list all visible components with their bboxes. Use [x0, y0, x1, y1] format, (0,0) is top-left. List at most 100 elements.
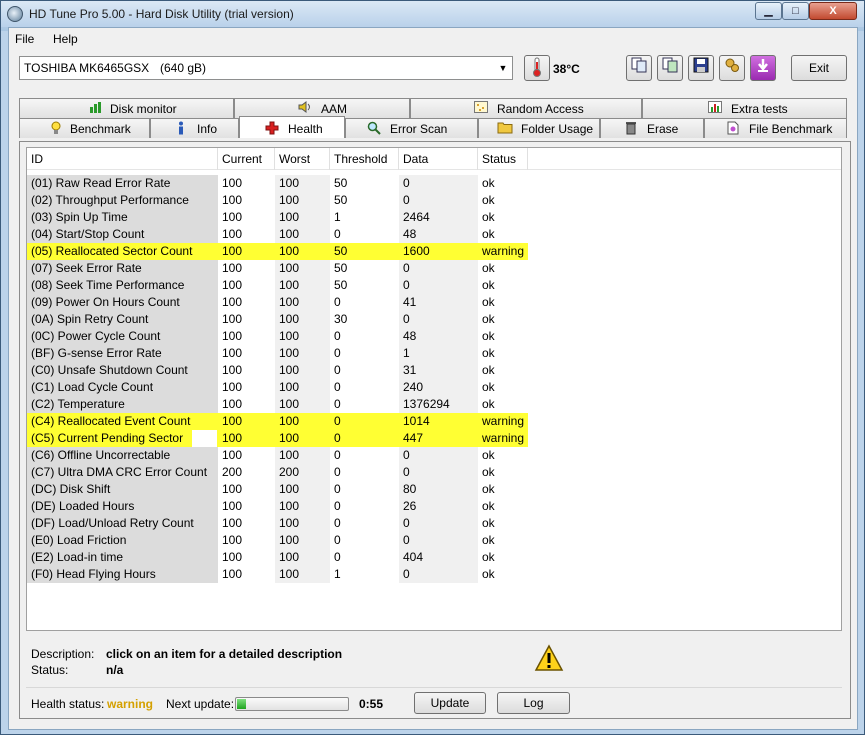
- download-arrow-icon[interactable]: [750, 55, 776, 81]
- table-row[interactable]: (04) Start/Stop Count 100 100 0 48 ok: [27, 226, 841, 243]
- table-row[interactable]: (C0) Unsafe Shutdown Count 100 100 0 31 ok: [27, 362, 841, 379]
- table-row[interactable]: (01) Raw Read Error Rate 100 100 50 0 ok: [27, 175, 841, 192]
- table-cell: 50: [330, 243, 399, 260]
- table-row[interactable]: (DC) Disk Shift 100 100 0 80 ok: [27, 481, 841, 498]
- save-icon[interactable]: [688, 55, 714, 81]
- log-button[interactable]: Log: [497, 692, 570, 714]
- table-cell: 240: [399, 379, 478, 396]
- table-cell: 31: [399, 362, 478, 379]
- table-row[interactable]: (0C) Power Cycle Count 100 100 0 48 ok: [27, 328, 841, 345]
- tab-label: Extra tests: [731, 102, 788, 116]
- table-cell: 100: [275, 532, 330, 549]
- table-row[interactable]: (E2) Load-in time 100 100 0 404 ok: [27, 549, 841, 566]
- table-row[interactable]: (F0) Head Flying Hours 100 100 1 0 ok: [27, 566, 841, 583]
- table-cell: 0: [399, 260, 478, 277]
- table-row[interactable]: (C1) Load Cycle Count 100 100 0 240 ok: [27, 379, 841, 396]
- title-bar[interactable]: HD Tune Pro 5.00 - Hard Disk Utility (tr…: [1, 1, 864, 27]
- table-cell: 0: [330, 430, 399, 447]
- table-cell: 1014: [399, 413, 478, 430]
- table-cell: 0: [334, 295, 341, 309]
- table-cell: ok: [482, 312, 495, 326]
- table-cell: 1: [399, 345, 478, 362]
- tab-label: Disk monitor: [110, 102, 177, 116]
- table-cell: (E0) Load Friction: [27, 532, 218, 549]
- table-cell: 2464: [399, 209, 478, 226]
- copy-screenshot-icon[interactable]: [657, 55, 683, 81]
- table-cell: ok: [482, 193, 495, 207]
- table-cell: 100: [275, 345, 330, 362]
- table-cell: 100: [275, 226, 330, 243]
- tab-benchmark[interactable]: Benchmark: [19, 118, 150, 138]
- smart-table[interactable]: ID Current Worst Threshold Data Status (01) R…: [26, 147, 842, 631]
- table-row[interactable]: (03) Spin Up Time 100 100 1 2464 ok: [27, 209, 841, 226]
- client-area: File Help TOSHIBA MK6465GSX (640 gB) ▼ 3…: [8, 27, 858, 730]
- table-cell: 100: [275, 379, 330, 396]
- table-cell: 100: [222, 482, 243, 496]
- table-row[interactable]: (E0) Load Friction 100 100 0 0 ok: [27, 532, 841, 549]
- tab-extra-tests[interactable]: Extra tests: [642, 98, 847, 118]
- table-row[interactable]: (08) Seek Time Performance 100 100 50 0 ok: [27, 277, 841, 294]
- tab-info[interactable]: Info: [150, 118, 239, 138]
- table-row[interactable]: (C5) Current Pending Sector 100 100 0 447 war…: [27, 430, 841, 447]
- chevron-down-icon[interactable]: ▼: [494, 57, 512, 79]
- table-cell: 0: [334, 465, 341, 479]
- tab-label: Erase: [647, 122, 679, 136]
- table-cell: (03) Spin Up Time: [27, 209, 218, 226]
- table-cell: (DF) Load/Unload Retry Count: [27, 515, 218, 532]
- folder-icon: [497, 121, 513, 135]
- column-header[interactable]: Worst: [275, 148, 330, 170]
- table-header: ID Current Worst Threshold Data Status: [27, 148, 841, 170]
- table-cell: 0: [334, 227, 341, 241]
- table-row[interactable]: (C2) Temperature 100 100 0 1376294 ok: [27, 396, 841, 413]
- tab-folder-usage[interactable]: Folder Usage: [478, 118, 600, 138]
- table-cell: 100: [275, 192, 330, 209]
- table-cell: (E2) Load-in time: [27, 549, 218, 566]
- table-cell: ok: [482, 278, 495, 292]
- column-header[interactable]: Current: [218, 148, 275, 170]
- maximize-button[interactable]: □: [782, 2, 809, 20]
- table-row[interactable]: (C4) Reallocated Event Count 100 100 0 1014 w…: [27, 413, 841, 430]
- tab-random-access[interactable]: Random Access: [410, 98, 642, 118]
- exit-button[interactable]: Exit: [791, 55, 847, 81]
- column-header[interactable]: Data: [399, 148, 478, 170]
- table-row[interactable]: (BF) G-sense Error Rate 100 100 0 1 ok: [27, 345, 841, 362]
- table-row[interactable]: (09) Power On Hours Count 100 100 0 41 ok: [27, 294, 841, 311]
- thermometer-icon[interactable]: [524, 55, 550, 81]
- copy-info-icon[interactable]: [626, 55, 652, 81]
- table-row[interactable]: (02) Throughput Performance 100 100 50 0 ok: [27, 192, 841, 209]
- column-header[interactable]: Threshold: [330, 148, 399, 170]
- speaker-icon: [297, 101, 313, 115]
- table-cell: ok: [482, 499, 495, 513]
- close-button[interactable]: X: [809, 2, 857, 20]
- tab-disk-monitor[interactable]: Disk monitor: [19, 98, 234, 118]
- menu-help[interactable]: Help: [53, 32, 78, 46]
- table-cell: (01) Raw Read Error Rate: [27, 175, 218, 192]
- table-row[interactable]: (DE) Loaded Hours 100 100 0 26 ok: [27, 498, 841, 515]
- tab-file-benchmark[interactable]: File Benchmark: [704, 118, 847, 138]
- column-header[interactable]: ID: [27, 148, 218, 170]
- table-cell: ok: [482, 176, 495, 190]
- update-button[interactable]: Update: [414, 692, 486, 714]
- tab-erase[interactable]: Erase: [600, 118, 704, 138]
- table-row[interactable]: (07) Seek Error Rate 100 100 50 0 ok: [27, 260, 841, 277]
- tab-aam[interactable]: AAM: [234, 98, 410, 118]
- minimize-button[interactable]: ▁: [755, 2, 782, 20]
- table-row[interactable]: (C6) Offline Uncorrectable 100 100 0 0 ok: [27, 447, 841, 464]
- warning-icon: [534, 644, 564, 671]
- tab-error-scan[interactable]: Error Scan: [345, 118, 478, 138]
- table-cell: 0: [334, 482, 341, 496]
- table-cell: (C4) Reallocated Event Count: [27, 413, 218, 430]
- tab-health[interactable]: Health: [239, 116, 345, 138]
- table-row[interactable]: (C7) Ultra DMA CRC Error Count 200 200 0 0 ok: [27, 464, 841, 481]
- drive-select[interactable]: TOSHIBA MK6465GSX (640 gB) ▼: [19, 56, 513, 80]
- table-cell: warning: [478, 243, 528, 260]
- table-cell: ok: [482, 295, 495, 309]
- column-header[interactable]: Status: [478, 148, 528, 170]
- table-cell: 26: [399, 498, 478, 515]
- table-row[interactable]: (DF) Load/Unload Retry Count 100 100 0 0 ok: [27, 515, 841, 532]
- app-icon: [7, 6, 23, 22]
- options-icon[interactable]: [719, 55, 745, 81]
- table-row[interactable]: (0A) Spin Retry Count 100 100 30 0 ok: [27, 311, 841, 328]
- menu-file[interactable]: File: [15, 32, 34, 46]
- table-row[interactable]: (05) Reallocated Sector Count 100 100 50 160…: [27, 243, 841, 260]
